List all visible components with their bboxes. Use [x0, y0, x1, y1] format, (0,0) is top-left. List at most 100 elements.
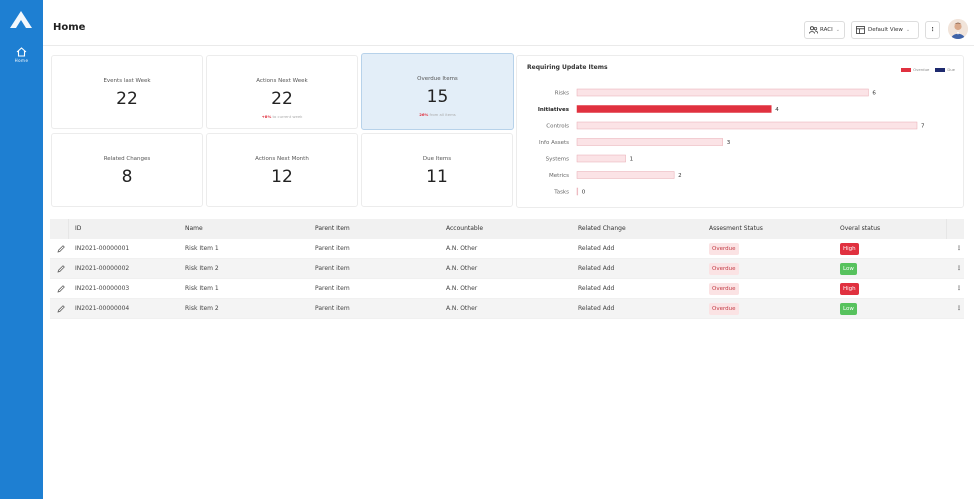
- bar-chart: Risks 6 Initiatives 4 Controls 7 Info Assets 3 S…: [538, 88, 925, 196]
- cell-accountable: A.N. Other: [446, 305, 478, 312]
- col-header-parent[interactable]: Parent Item: [315, 219, 350, 239]
- col-divider: [68, 219, 69, 239]
- cell-accountable: A.N. Other: [446, 285, 478, 292]
- cell-id: IN2021-00000003: [75, 285, 130, 292]
- kpi-title: Events last Week: [103, 78, 151, 84]
- col-header-overall[interactable]: Overal status: [840, 219, 880, 239]
- edit-icon[interactable]: [56, 264, 66, 274]
- cell-name: Risk Item 1: [185, 285, 219, 292]
- edit-icon[interactable]: [56, 304, 66, 314]
- page-title: Home: [53, 22, 86, 33]
- category-label: Initiatives: [538, 107, 570, 113]
- category-label: Controls: [546, 124, 569, 130]
- avatar-image: [948, 19, 968, 39]
- items-table: ID Name Parent Item Accountable Related …: [50, 219, 964, 319]
- bar[interactable]: [576, 105, 772, 113]
- app-logo-icon[interactable]: [8, 8, 34, 30]
- kpi-title: Related Changes: [103, 156, 151, 162]
- raci-dropdown[interactable]: RACI ⌄: [804, 21, 845, 39]
- edit-icon[interactable]: [56, 284, 66, 294]
- cell-related-change: Related Add: [578, 245, 615, 252]
- left-rail: Home: [0, 0, 43, 499]
- top-header: Home RACI ⌄ Default View ⌄ ⋮: [43, 12, 974, 46]
- cell-related-change: Related Add: [578, 285, 615, 292]
- nav-home-label: Home: [14, 58, 29, 63]
- more-menu-button[interactable]: ⋮: [925, 21, 940, 39]
- cell-name: Risk Item 2: [185, 305, 219, 312]
- user-avatar[interactable]: [948, 19, 968, 39]
- kpi-change: +8%: [261, 114, 272, 119]
- people-icon: [809, 26, 818, 34]
- kpi-change-text: to current week: [271, 114, 303, 119]
- col-header-assessment[interactable]: Assesment Status: [709, 219, 763, 239]
- col-divider: [946, 219, 947, 239]
- kpi-card-due-items[interactable]: Due Items 11: [361, 133, 513, 207]
- home-icon: [16, 47, 27, 57]
- raci-label: RACI: [820, 27, 833, 33]
- kpi-card-events-last-week[interactable]: Events last Week 22: [51, 55, 203, 129]
- kpi-value: 22: [116, 89, 138, 109]
- assessment-badge: Overdue: [709, 263, 739, 275]
- table-row[interactable]: IN2021-00000001 Risk Item 1 Parent item …: [50, 239, 964, 259]
- cell-parent: Parent item: [315, 245, 350, 252]
- row-menu-icon[interactable]: ⋮: [956, 259, 962, 279]
- cell-parent: Parent item: [315, 265, 350, 272]
- col-header-related-change[interactable]: Related Change: [578, 219, 626, 239]
- bar-value-label: 2: [678, 173, 682, 179]
- bar-value-label: 1: [630, 157, 634, 163]
- bar[interactable]: [576, 171, 675, 179]
- kpi-title: Overdue Items: [417, 76, 458, 82]
- cell-accountable: A.N. Other: [446, 265, 478, 272]
- requiring-update-chart: Requiring Update Items Overdue Due Risks…: [516, 55, 964, 208]
- col-header-accountable[interactable]: Accountable: [446, 219, 483, 239]
- view-label: Default View: [868, 27, 903, 33]
- kpi-value: 22: [271, 89, 293, 109]
- app-window: Home Home RACI ⌄ Default View ⌄ ⋮ Events…: [0, 0, 974, 499]
- bar[interactable]: [576, 187, 579, 196]
- bar-value-label: 3: [727, 140, 731, 146]
- status-badge: High: [840, 243, 859, 255]
- assessment-badge: Overdue: [709, 303, 739, 315]
- kpi-card-overdue-items[interactable]: Overdue Items 15 26% from all items: [361, 53, 514, 130]
- cell-accountable: A.N. Other: [446, 245, 478, 252]
- kpi-value: 12: [271, 167, 293, 187]
- view-dropdown[interactable]: Default View ⌄: [851, 21, 919, 39]
- row-menu-icon[interactable]: ⋮: [956, 239, 962, 259]
- cell-parent: Parent item: [315, 285, 350, 292]
- row-menu-icon[interactable]: ⋮: [956, 299, 962, 319]
- bar[interactable]: [576, 138, 723, 146]
- row-menu-icon[interactable]: ⋮: [956, 279, 962, 299]
- table-row[interactable]: IN2021-00000004 Risk Item 2 Parent item …: [50, 299, 964, 319]
- kpi-subtext: 26% from all items: [362, 112, 513, 117]
- cell-id: IN2021-00000004: [75, 305, 130, 312]
- col-header-id[interactable]: ID: [75, 219, 81, 239]
- cell-related-change: Related Add: [578, 265, 615, 272]
- assessment-badge: Overdue: [709, 283, 739, 295]
- chevron-down-icon: ⌄: [835, 27, 840, 33]
- kpi-value: 15: [426, 87, 449, 107]
- assessment-badge: Overdue: [709, 243, 739, 255]
- kpi-card-actions-next-month[interactable]: Actions Next Month 12: [206, 133, 358, 207]
- kpi-value: 8: [121, 167, 133, 187]
- cell-name: Risk Item 1: [185, 245, 219, 252]
- bar-value-label: 4: [775, 107, 779, 113]
- bar[interactable]: [576, 154, 626, 163]
- cell-related-change: Related Add: [578, 305, 615, 312]
- col-header-name[interactable]: Name: [185, 219, 203, 239]
- cell-name: Risk Item 2: [185, 265, 219, 272]
- kpi-card-actions-next-week[interactable]: Actions Next Week 22 +8% to current week: [206, 55, 358, 129]
- kpi-card-related-changes[interactable]: Related Changes 8: [51, 133, 203, 207]
- table-row[interactable]: IN2021-00000002 Risk Item 2 Parent item …: [50, 259, 964, 279]
- bar-value-label: 7: [921, 124, 925, 130]
- table-row[interactable]: IN2021-00000003 Risk Item 1 Parent item …: [50, 279, 964, 299]
- kpi-title: Actions Next Month: [255, 156, 309, 162]
- edit-icon[interactable]: [56, 244, 66, 254]
- kpi-change-text: from all items: [428, 112, 456, 117]
- table-header: ID Name Parent Item Accountable Related …: [50, 219, 964, 239]
- bar[interactable]: [576, 88, 869, 97]
- bar[interactable]: [576, 121, 918, 130]
- kpi-value: 11: [426, 167, 448, 187]
- nav-home[interactable]: Home: [6, 40, 37, 70]
- chevron-down-icon: ⌄: [905, 27, 911, 33]
- layout-icon: [856, 26, 865, 34]
